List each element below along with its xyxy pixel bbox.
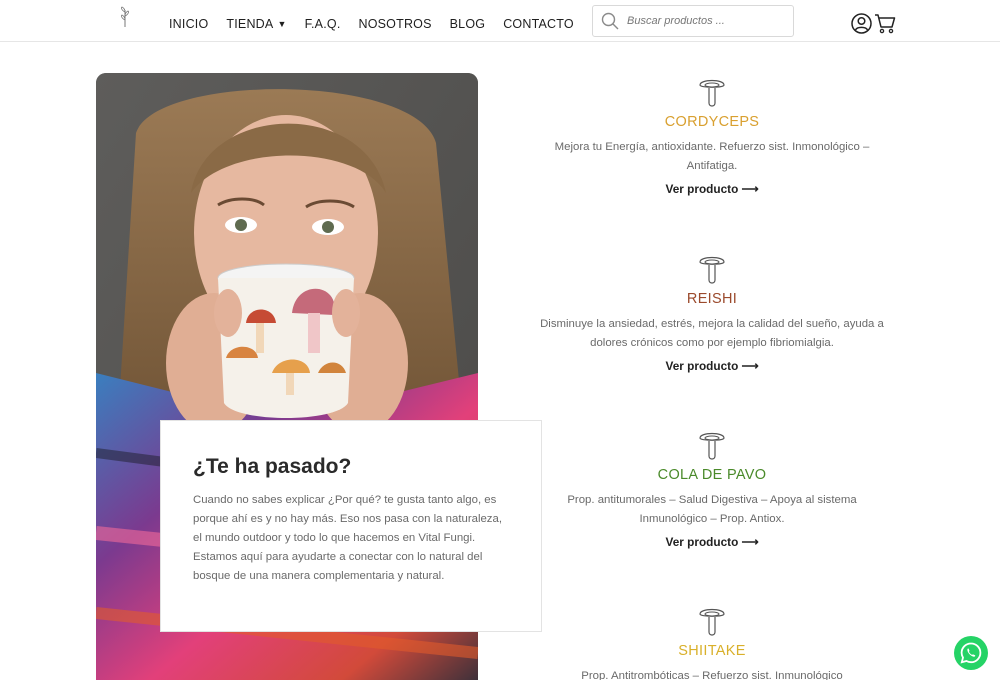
- nav-label: NOSOTROS: [358, 17, 432, 31]
- nav-item-blog[interactable]: BLOG: [450, 17, 486, 31]
- product-description: Prop. Antitrombóticas – Refuerzo sist. I…: [581, 670, 843, 680]
- user-account-icon[interactable]: [851, 13, 872, 34]
- nav-item-nosotros[interactable]: NOSOTROS: [359, 17, 432, 31]
- nav-label: F.A.Q.: [304, 17, 341, 31]
- search-input[interactable]: [627, 15, 787, 27]
- view-product-link[interactable]: Ver producto ⟶: [666, 535, 759, 549]
- nav-label: BLOG: [449, 17, 486, 31]
- cart-icon[interactable]: [874, 13, 896, 34]
- view-product-link[interactable]: Ver producto ⟶: [666, 182, 759, 196]
- nav-item-faq[interactable]: F.A.Q.: [305, 17, 341, 31]
- product-description: Mejora tu Energía, antioxidante. Refuerz…: [554, 141, 870, 172]
- card-title: ¿Te ha pasado?: [193, 455, 352, 478]
- product-name: COLA DE PAVO: [657, 467, 767, 483]
- product-description: Disminuye la ansiedad, estrés, mejora la…: [540, 318, 884, 349]
- product-cordyceps: CORDYCEPS Mejora tu Energía, antioxidant…: [540, 77, 884, 198]
- nav-item-tienda[interactable]: TIENDA ▼: [226, 17, 286, 31]
- product-shiitake: SHIITAKE Prop. Antitrombóticas – Refuerz…: [540, 606, 884, 680]
- mushroom-icon: [699, 432, 725, 460]
- whatsapp-button[interactable]: [954, 636, 988, 670]
- chevron-down-icon: ▼: [277, 19, 287, 29]
- main-nav: INICIO TIENDA ▼ F.A.Q. NOSOTROS BLOG CONT…: [169, 17, 592, 31]
- leaf-sprig-icon[interactable]: [116, 6, 134, 28]
- card-body: Cuando no sabes explicar ¿Por qué? te gu…: [193, 494, 503, 582]
- nav-item-contacto[interactable]: CONTACTO: [503, 17, 574, 31]
- mushroom-icon: [699, 79, 725, 107]
- nav-label: CONTACTO: [503, 17, 574, 31]
- whatsapp-icon: [960, 642, 982, 664]
- intro-card: ¿Te ha pasado? Cuando no sabes explicar …: [160, 420, 542, 632]
- product-name: SHIITAKE: [678, 643, 746, 659]
- nav-label: INICIO: [169, 17, 209, 31]
- view-product-link[interactable]: Ver producto ⟶: [666, 359, 759, 373]
- nav-label: TIENDA: [226, 17, 274, 31]
- nav-item-inicio[interactable]: INICIO: [169, 17, 208, 31]
- mushroom-icon: [699, 256, 725, 284]
- product-name: CORDYCEPS: [664, 114, 760, 130]
- mushroom-icon: [699, 608, 725, 636]
- site-header: INICIO TIENDA ▼ F.A.Q. NOSOTROS BLOG CONT…: [0, 0, 1000, 42]
- search-icon[interactable]: [601, 12, 619, 30]
- product-cola-de-pavo: COLA DE PAVO Prop. antitumorales – Salud…: [540, 430, 884, 551]
- search-box: [592, 5, 794, 37]
- product-reishi: REISHI Disminuye la ansiedad, estrés, me…: [540, 254, 884, 375]
- product-name: REISHI: [686, 291, 738, 307]
- product-description: Prop. antitumorales – Salud Digestiva – …: [567, 494, 857, 525]
